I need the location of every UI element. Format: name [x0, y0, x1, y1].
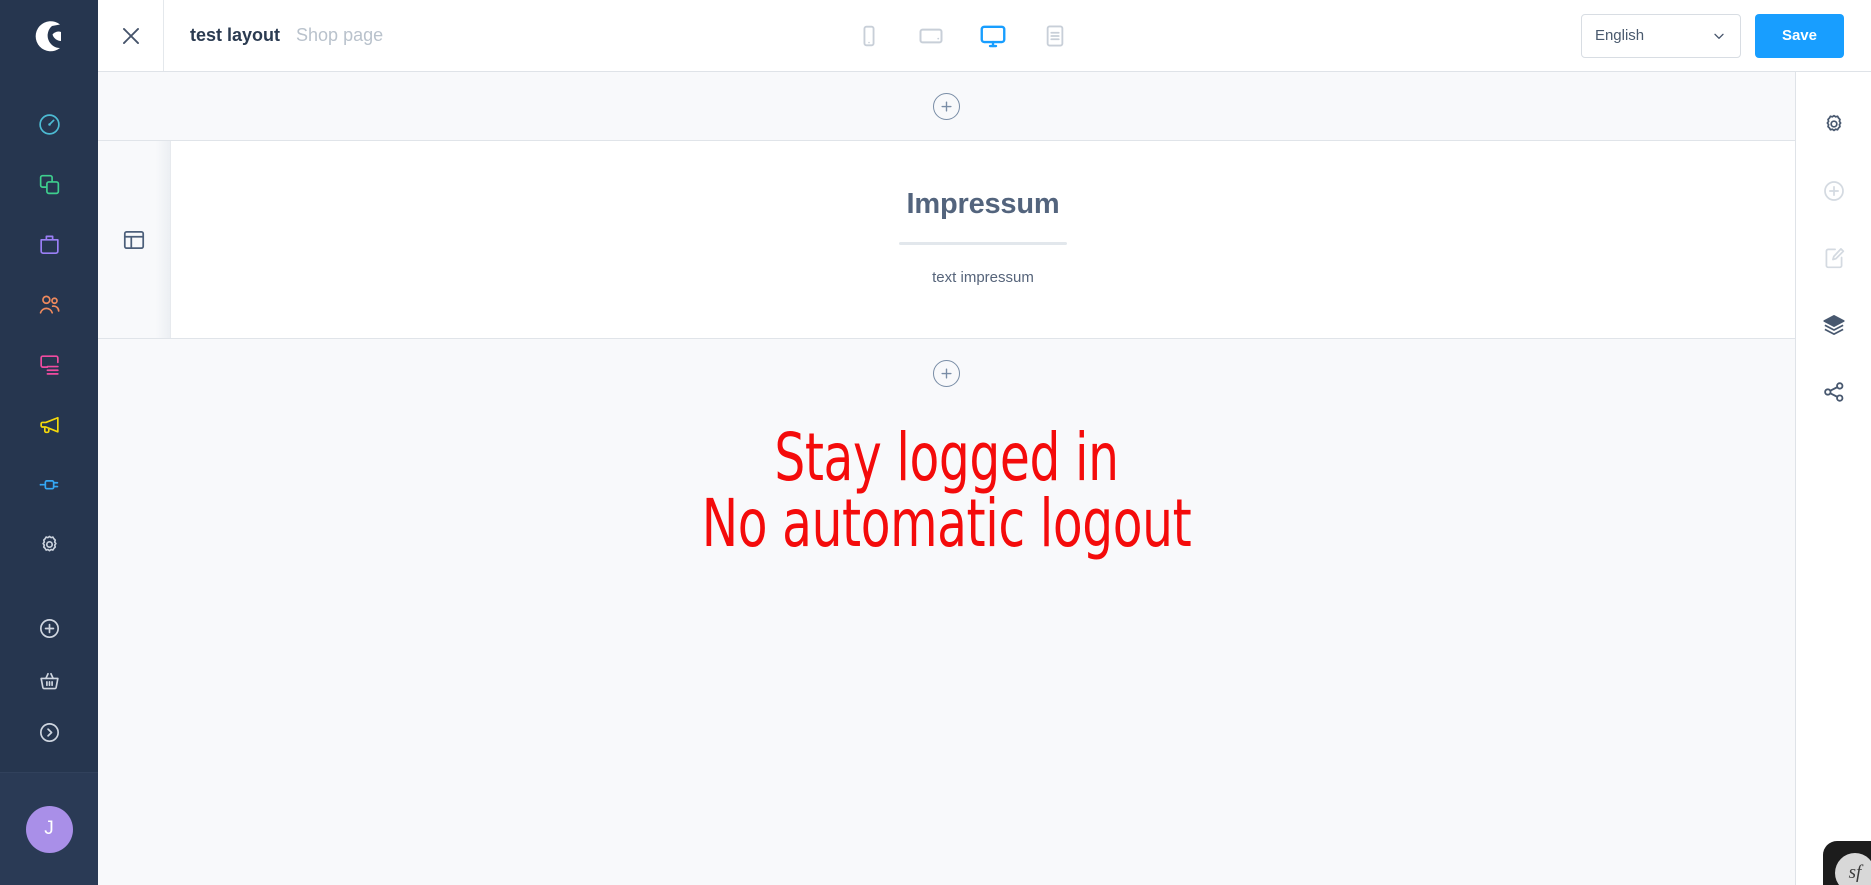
shopware-logo-icon [35, 21, 61, 52]
gear-icon [41, 535, 57, 551]
plus-circle-icon [941, 367, 952, 379]
right-sidebar: sf [1795, 72, 1871, 885]
close-icon [122, 27, 139, 44]
sidebar-item-catalogues[interactable] [0, 154, 98, 214]
user-area: J [0, 772, 98, 885]
cms-section: Impressum text impressum [98, 140, 1795, 339]
sidebar-item-content[interactable] [0, 334, 98, 394]
tablet-icon [919, 28, 943, 43]
device-switcher [343, 0, 1581, 71]
app-root: J test layout Shop page English Save Imp… [0, 0, 1871, 885]
sidebar-item-layers[interactable] [1796, 291, 1871, 358]
workspace: Impressum text impressum Stay logged in [98, 72, 1871, 885]
sidebar-action-collapse[interactable] [0, 706, 98, 758]
language-select-value: English [1594, 27, 1645, 44]
device-desktop-button[interactable] [971, 14, 1015, 58]
sidebar-item-settings[interactable] [0, 514, 98, 574]
share-nodes-icon [1823, 381, 1843, 402]
plus-circle-icon [941, 100, 952, 112]
megaphone-icon [39, 416, 59, 433]
layers-icon [1822, 314, 1845, 335]
basket-icon [39, 672, 59, 689]
add-section-bottom[interactable] [98, 339, 1795, 407]
sidebar-item-edit-content[interactable] [1796, 224, 1871, 291]
plus-circle-icon [1823, 180, 1844, 201]
shopware-logo[interactable] [0, 0, 98, 72]
plug-icon [39, 479, 58, 489]
circle-monogram-icon: sf [1835, 853, 1871, 885]
sidebar-item-marketing[interactable] [0, 394, 98, 454]
device-tablet-button[interactable] [909, 14, 953, 58]
language-select[interactable]: English [1580, 13, 1741, 58]
sidebar-item-add-element[interactable] [1796, 157, 1871, 224]
sidebar-item-customers[interactable] [0, 274, 98, 334]
free-text-area: Stay logged in No automatic logout [98, 407, 1795, 557]
device-form-button[interactable] [1033, 14, 1077, 58]
sidebar-item-orders[interactable] [0, 214, 98, 274]
page-header: test layout Shop page English Save [98, 0, 1871, 72]
cms-canvas: Impressum text impressum Stay logged in [98, 72, 1795, 885]
avatar[interactable]: J [25, 805, 73, 853]
sidebar-item-dashboard[interactable] [0, 94, 98, 154]
add-section-bottom-button[interactable] [933, 359, 960, 387]
sidebar-action-add[interactable] [0, 602, 98, 654]
users-icon [39, 295, 60, 314]
gauge-icon [38, 113, 60, 135]
block-divider [899, 242, 1067, 245]
form-list-icon [1046, 25, 1064, 46]
red-notice-line-1: Stay logged in [774, 419, 1119, 496]
left-nav-actions-group [0, 602, 98, 758]
close-button[interactable] [98, 0, 164, 71]
document-edit-icon [1825, 247, 1844, 268]
sidebar-item-extensions[interactable] [0, 454, 98, 514]
gear-icon [1826, 114, 1841, 131]
cms-block-text[interactable]: Impressum text impressum [171, 141, 1795, 338]
mobile-icon [863, 25, 875, 46]
sidebar-item-share[interactable] [1796, 358, 1871, 425]
block-heading: Impressum [906, 188, 1060, 220]
content-page-icon [39, 354, 59, 375]
section-settings-handle[interactable] [98, 141, 171, 338]
plus-circle-icon [39, 618, 59, 638]
main-column: test layout Shop page English Save Impre… [98, 0, 1871, 885]
copy-squares-icon [39, 174, 59, 194]
left-sidebar: J [0, 0, 98, 885]
shopping-bag-icon [39, 235, 59, 254]
header-actions: English Save [1580, 0, 1871, 71]
chevron-right-circle-icon [39, 722, 59, 742]
page-title: test layout [190, 25, 281, 45]
block-paragraph: text impressum [932, 269, 1034, 286]
red-notice-text: Stay logged in No automatic logout [251, 425, 1643, 557]
red-notice-line-2: No automatic logout [701, 485, 1192, 562]
add-section-top[interactable] [98, 72, 1795, 140]
layout-sidebar-icon [123, 230, 145, 249]
device-mobile-button[interactable] [847, 14, 891, 58]
desktop-icon [980, 25, 1006, 47]
chevron-down-icon [1714, 33, 1724, 39]
corner-logo-badge[interactable]: sf [1823, 841, 1871, 885]
sidebar-action-basket[interactable] [0, 654, 98, 706]
sidebar-item-page-settings[interactable] [1796, 90, 1871, 157]
add-section-top-button[interactable] [933, 92, 960, 120]
save-button[interactable]: Save [1754, 13, 1844, 58]
left-nav-primary-group [0, 94, 98, 574]
